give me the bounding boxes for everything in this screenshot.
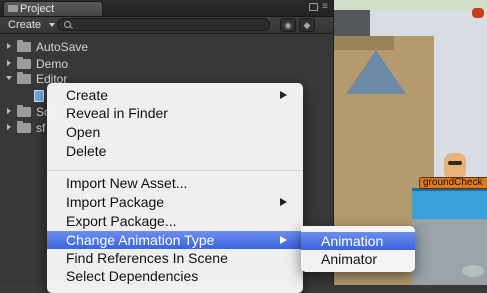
folder-icon — [17, 105, 31, 117]
context-menu: Create Reveal in Finder Open Delete Impo… — [47, 83, 303, 293]
menu-item-label: Export Package... — [66, 213, 177, 229]
scene-gizmo-icon[interactable] — [472, 8, 484, 18]
project-tab[interactable]: Project — [3, 1, 103, 16]
scene-sky — [334, 0, 487, 10]
chevron-down-icon — [49, 23, 55, 27]
panel-tab-bar: Project ≡ — [0, 0, 333, 17]
search-icon — [64, 21, 71, 28]
menu-item-export-package[interactable]: Export Package... — [47, 212, 303, 230]
tree-item-label: sf — [36, 121, 46, 135]
submenu-arrow-icon — [280, 236, 287, 244]
menu-item-label: Import New Asset... — [66, 175, 188, 191]
tower-top-sprite — [334, 36, 394, 50]
tower-roof-sprite — [346, 50, 406, 94]
menu-item-import-new-asset[interactable]: Import New Asset... — [47, 174, 303, 192]
search-input[interactable] — [57, 18, 270, 31]
project-toolbar: Create ◉ ◆ — [0, 17, 333, 34]
fold-arrow-icon[interactable] — [7, 60, 11, 66]
menu-item-change-animation-type[interactable]: Change Animation Type — [47, 231, 303, 249]
menu-item-select-dependencies[interactable]: Select Dependencies — [47, 267, 303, 285]
character-glasses — [448, 161, 462, 165]
submenu-arrow-icon — [280, 198, 287, 206]
tree-item-autosave[interactable]: AutoSave — [0, 38, 333, 55]
project-tab-icon — [8, 5, 18, 12]
menu-item-label: Select Dependencies — [66, 268, 199, 284]
submenu-item-animator[interactable]: Animator — [301, 250, 415, 268]
fold-arrow-icon[interactable] — [7, 124, 11, 130]
menu-item-label: Import Package — [66, 194, 165, 210]
saw-sprite — [462, 265, 484, 277]
submenu-arrow-icon — [280, 91, 287, 99]
menu-item-create[interactable]: Create — [47, 86, 303, 104]
fold-arrow-icon[interactable] — [7, 43, 11, 49]
menu-item-label: Find References In Scene — [66, 250, 228, 266]
lock-icon[interactable] — [309, 3, 318, 11]
folder-icon — [17, 40, 31, 52]
folder-icon — [17, 72, 31, 84]
menu-item-open[interactable]: Open — [47, 123, 303, 141]
project-tab-label: Project — [20, 3, 55, 15]
submenu-item-label: Animator — [321, 251, 378, 267]
animation-type-submenu: Animation Animator — [301, 226, 415, 272]
submenu-item-label: Animation — [321, 233, 384, 249]
submenu-item-animation[interactable]: Animation — [301, 232, 415, 250]
menu-item-label: Change Animation Type — [66, 232, 215, 248]
menu-item-label: Open — [66, 124, 101, 140]
fold-arrow-open-icon[interactable] — [6, 76, 12, 80]
tree-item-label: Demo — [36, 57, 69, 71]
character-sprite[interactable] — [444, 153, 466, 177]
menu-item-delete[interactable]: Delete — [47, 142, 303, 160]
menu-item-find-references[interactable]: Find References In Scene — [47, 249, 303, 267]
folder-icon — [17, 121, 31, 133]
tree-item-label: AutoSave — [36, 40, 89, 54]
bridge-sprite — [412, 188, 487, 219]
fold-arrow-icon[interactable] — [7, 108, 11, 114]
menu-item-import-package[interactable]: Import Package — [47, 193, 303, 211]
menu-item-reveal-in-finder[interactable]: Reveal in Finder — [47, 104, 303, 122]
folder-icon — [17, 57, 31, 69]
menu-item-label: Create — [66, 87, 109, 103]
ground-check-label[interactable]: groundCheck — [419, 177, 487, 189]
create-dropdown-button[interactable]: Create — [8, 17, 41, 33]
menu-item-label: Delete — [66, 143, 107, 159]
panel-menu-icon[interactable]: ≡ — [322, 2, 330, 12]
csharp-script-icon — [34, 90, 44, 102]
filter-by-label-button[interactable]: ◆ — [299, 18, 315, 32]
menu-item-label: Reveal in Finder — [66, 105, 168, 121]
menu-separator — [47, 170, 303, 171]
filter-by-type-button[interactable]: ◉ — [280, 18, 296, 32]
